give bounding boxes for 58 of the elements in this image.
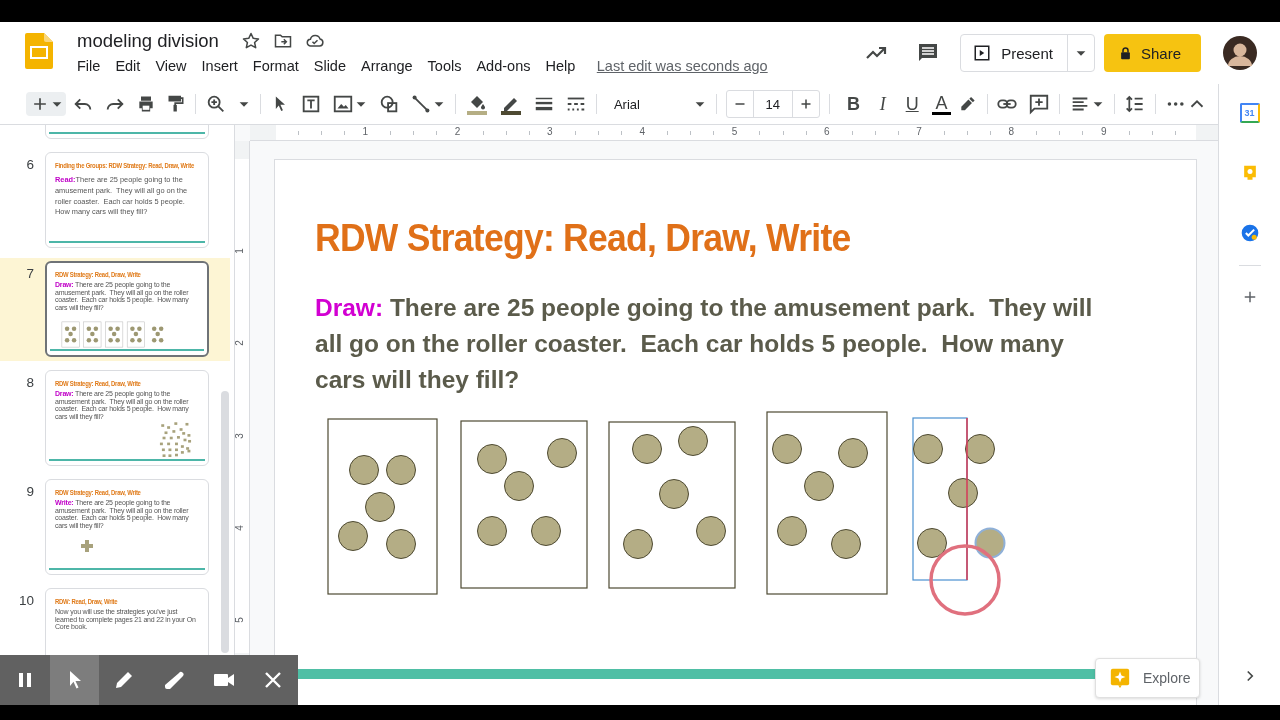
image-icon[interactable] <box>331 93 354 115</box>
ruler-number: 6 <box>822 126 832 137</box>
ruler-number: 4 <box>235 525 246 531</box>
explore-button[interactable]: Explore <box>1095 658 1200 698</box>
line-spacing-icon[interactable] <box>1124 93 1146 115</box>
ruler-number: 1 <box>360 126 371 137</box>
menu-item[interactable]: Insert <box>194 56 246 76</box>
plus-drawing <box>81 540 93 552</box>
ruler-number: 4 <box>637 126 647 137</box>
menu-item[interactable]: Edit <box>107 56 148 76</box>
menu-item[interactable]: Add-ons <box>468 56 538 76</box>
tasks-icon[interactable] <box>1239 223 1260 243</box>
ruler-number: 5 <box>235 617 246 623</box>
menu-item[interactable]: Help <box>537 56 583 76</box>
slide-text[interactable]: Draw: There are 25 people going to the amusement park. They will all go on the roller coaster. Each car holds 5 people. How many cars will they fill? <box>315 290 1120 398</box>
scrollbar[interactable] <box>221 391 229 653</box>
ruler-number: 3 <box>545 126 555 137</box>
ruler-number: 8 <box>1006 126 1017 137</box>
calendar-icon[interactable]: 31 <box>1239 103 1260 123</box>
star-icon[interactable] <box>240 31 261 51</box>
ruler-number: 5 <box>729 126 740 137</box>
slide-number: 10 <box>17 593 34 608</box>
last-edit-link[interactable]: Last edit was seconds ago <box>596 58 768 74</box>
folder-icon[interactable] <box>272 31 293 51</box>
document-title[interactable]: modeling division <box>77 30 219 52</box>
menu-item[interactable]: Slide <box>306 56 354 76</box>
paint-format-icon[interactable] <box>166 94 186 114</box>
vertical-ruler[interactable]: 1 2 3 4 5 <box>235 159 249 653</box>
share-button[interactable]: Share <box>1103 34 1201 72</box>
ruler-number: 3 <box>235 432 246 439</box>
slide-number: 9 <box>25 484 34 499</box>
print-icon[interactable] <box>136 94 156 114</box>
ruler-number: 1 <box>235 248 246 254</box>
menu-item[interactable]: Format <box>245 56 307 76</box>
slide-number: 7 <box>25 266 34 281</box>
menu-item[interactable]: Arrange <box>353 56 421 76</box>
italic-button[interactable]: I <box>873 94 893 114</box>
underline-button[interactable]: U <box>902 94 922 114</box>
text-color-button[interactable]: A <box>931 93 952 115</box>
font-select[interactable]: Arial <box>605 94 707 114</box>
menu-item[interactable]: Tools <box>420 56 469 76</box>
slide-number: 8 <box>25 375 34 390</box>
menu-item[interactable]: File <box>77 56 108 76</box>
horizontal-ruler[interactable]: 1 2 3 4 5 6 7 8 9 <box>276 125 1196 140</box>
cursor-highlight <box>929 544 1001 616</box>
squares-drawing <box>158 419 192 457</box>
ruler-number: 2 <box>235 340 246 347</box>
menu-item[interactable]: View <box>147 56 195 76</box>
bold-button[interactable]: B <box>843 94 864 114</box>
play-icon <box>973 44 992 62</box>
slide-number: 6 <box>25 157 34 172</box>
ruler-number: 7 <box>914 126 924 137</box>
sparkle-icon <box>1109 667 1131 689</box>
add-comment-icon[interactable] <box>1028 93 1051 115</box>
avatar[interactable] <box>1223 36 1257 70</box>
pointer-button[interactable] <box>49 655 100 705</box>
ruler-number: 9 <box>1098 126 1109 137</box>
ruler-number: 2 <box>452 126 463 137</box>
